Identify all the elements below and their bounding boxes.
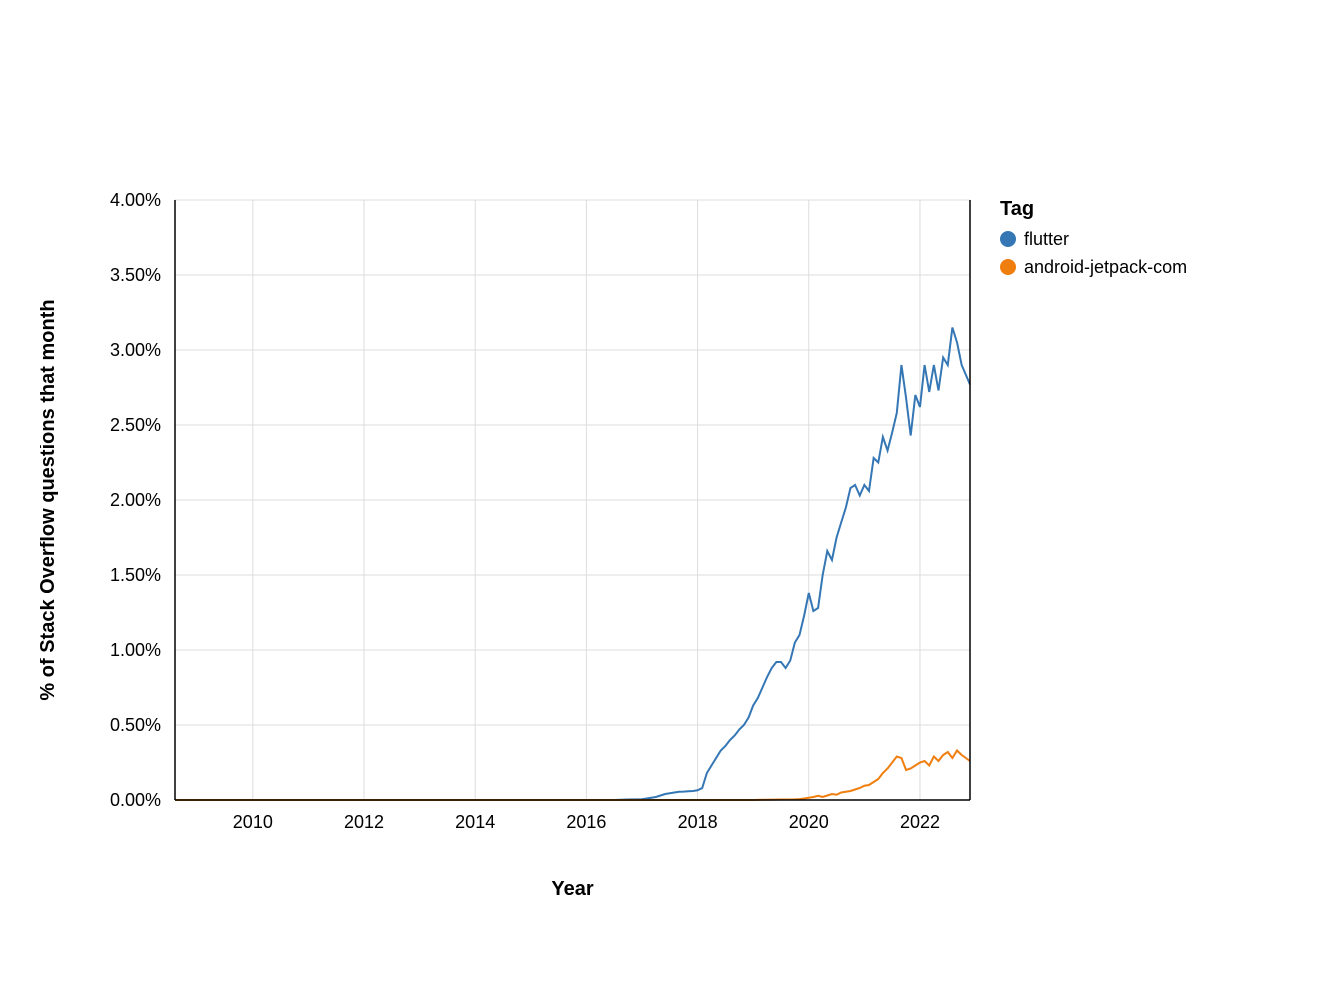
- y-tick-label: 3.50%: [110, 265, 161, 285]
- page: 0.00% 0.50% 1.00% 1.50% 2.00% 2.50% 3.00% 3.50%…: [0, 0, 1324, 998]
- y-tick-label: 3.00%: [110, 340, 161, 360]
- x-tick-label: 2018: [678, 812, 718, 832]
- y-axis-label: % of Stack Overflow questions that month: [40, 299, 59, 700]
- x-tick-label: 2022: [900, 812, 940, 832]
- legend-label-android-jetpack-com: android-jetpack-com: [1024, 257, 1187, 277]
- series-flutter: [175, 328, 970, 801]
- chart-container: 0.00% 0.50% 1.00% 1.50% 2.00% 2.50% 3.00% 3.50%…: [40, 180, 1284, 940]
- y-tick-label: 2.00%: [110, 490, 161, 510]
- legend-swatch-flutter: [1000, 231, 1016, 247]
- y-tick-label: 4.00%: [110, 190, 161, 210]
- legend-label-flutter: flutter: [1024, 229, 1069, 249]
- y-tick-label: 0.50%: [110, 715, 161, 735]
- x-tick-label: 2016: [566, 812, 606, 832]
- series-android-jetpack-com: [175, 751, 970, 801]
- x-axis-label: Year: [551, 878, 593, 900]
- x-tick-label: 2020: [789, 812, 829, 832]
- y-tick-label: 1.50%: [110, 565, 161, 585]
- y-tick-label: 2.50%: [110, 415, 161, 435]
- chart-svg: 0.00% 0.50% 1.00% 1.50% 2.00% 2.50% 3.00% 3.50%…: [40, 180, 1284, 940]
- y-tick-label: 0.00%: [110, 790, 161, 810]
- x-tick-label: 2010: [233, 812, 273, 832]
- y-tick-label: 1.00%: [110, 640, 161, 660]
- x-tick-label: 2012: [344, 812, 384, 832]
- legend-swatch-android-jetpack-com: [1000, 259, 1016, 275]
- legend-title: Tag: [1000, 198, 1034, 220]
- x-tick-label: 2014: [455, 812, 495, 832]
